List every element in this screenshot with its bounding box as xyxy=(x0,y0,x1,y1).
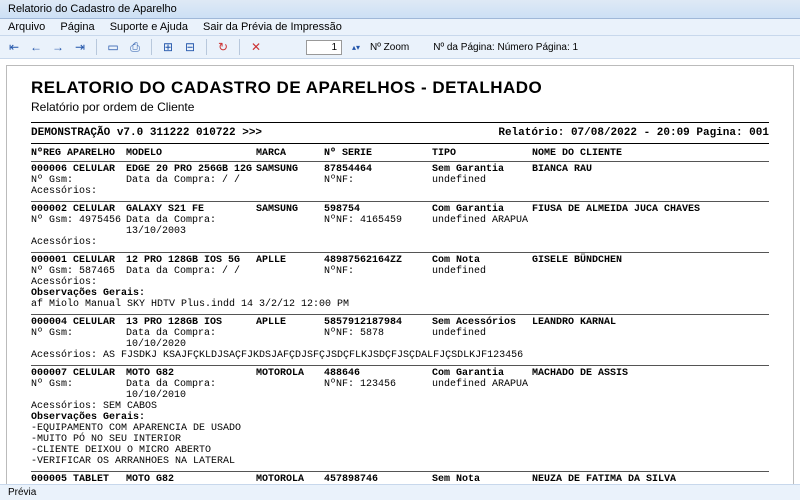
col-cliente: NOME DO CLIENTE xyxy=(532,148,769,159)
record: 000006 CELULAREDGE 20 PRO 256GB 12GSAMSU… xyxy=(31,161,769,201)
zoom-label: Nº Zoom xyxy=(370,42,409,53)
report-title: RELATORIO DO CADASTRO DE APARELHOS - DET… xyxy=(31,78,769,98)
separator xyxy=(96,39,97,55)
menu-sair[interactable]: Sair da Prévia de Impressão xyxy=(203,21,342,33)
separator xyxy=(239,39,240,55)
zoom-in-icon[interactable]: ⊞ xyxy=(160,39,176,55)
zoom-out-icon[interactable]: ⊟ xyxy=(182,39,198,55)
toolbar: ⇤ ← → ⇥ ▭ ⎙ ⊞ ⊟ ↻ ✕ 1 ▴▾ Nº Zoom Nº da P… xyxy=(0,36,800,59)
nav-first-icon[interactable]: ⇤ xyxy=(6,39,22,55)
col-reg: NºREG APARELHO xyxy=(31,148,126,159)
page-number-label: Nº da Página: Número Página: 1 xyxy=(433,42,578,53)
rule xyxy=(31,143,769,144)
report-page: RELATORIO DO CADASTRO DE APARELHOS - DET… xyxy=(6,65,794,500)
report-meta-row: DEMONSTRAÇÃO v7.0 311222 010722 >>> Rela… xyxy=(31,127,769,139)
refresh-icon[interactable]: ↻ xyxy=(215,39,231,55)
nav-next-icon[interactable]: → xyxy=(50,39,66,55)
window-title: Relatorio do Cadastro de Aparelho xyxy=(8,3,177,15)
separator xyxy=(206,39,207,55)
page-setup-icon[interactable]: ▭ xyxy=(105,39,121,55)
record: 000007 CELULARMOTO G82MOTOROLA488646Com … xyxy=(31,365,769,471)
menu-suporte[interactable]: Suporte e Ajuda xyxy=(110,21,188,33)
report-subtitle: Relatório por ordem de Cliente xyxy=(31,100,769,114)
nav-last-icon[interactable]: ⇥ xyxy=(72,39,88,55)
record: 000004 CELULAR13 PRO 128GB IOSAPLLE58579… xyxy=(31,314,769,365)
rule xyxy=(31,122,769,123)
col-tipo: TIPO xyxy=(432,148,532,159)
menu-pagina[interactable]: Página xyxy=(60,21,94,33)
demo-label: DEMONSTRAÇÃO v7.0 311222 010722 >>> xyxy=(31,127,262,139)
col-marca: MARCA xyxy=(256,148,324,159)
zoom-input[interactable]: 1 xyxy=(306,40,342,55)
zoom-stepper-icon[interactable]: ▴▾ xyxy=(348,39,364,55)
col-serie: Nº SERIE xyxy=(324,148,432,159)
menubar: Arquivo Página Suporte e Ajuda Sair da P… xyxy=(0,19,800,36)
menu-arquivo[interactable]: Arquivo xyxy=(8,21,45,33)
col-modelo: MODELO xyxy=(126,148,256,159)
nav-prev-icon[interactable]: ← xyxy=(28,39,44,55)
status-bar: Prévia xyxy=(0,484,800,500)
window-titlebar: Relatorio do Cadastro de Aparelho xyxy=(0,0,800,19)
record: 000002 CELULARGALAXY S21 FESAMSUNG598754… xyxy=(31,201,769,252)
column-headers: NºREG APARELHO MODELO MARCA Nº SERIE TIP… xyxy=(31,146,769,161)
record: 000001 CELULAR12 PRO 128GB IOS 5GAPLLE48… xyxy=(31,252,769,314)
report-meta: Relatório: 07/08/2022 - 20:09 Pagina: 00… xyxy=(498,127,769,139)
status-text: Prévia xyxy=(8,487,36,498)
separator xyxy=(151,39,152,55)
records-container: 000006 CELULAREDGE 20 PRO 256GB 12GSAMSU… xyxy=(31,161,769,500)
print-icon[interactable]: ⎙ xyxy=(127,39,143,55)
close-icon[interactable]: ✕ xyxy=(248,39,264,55)
